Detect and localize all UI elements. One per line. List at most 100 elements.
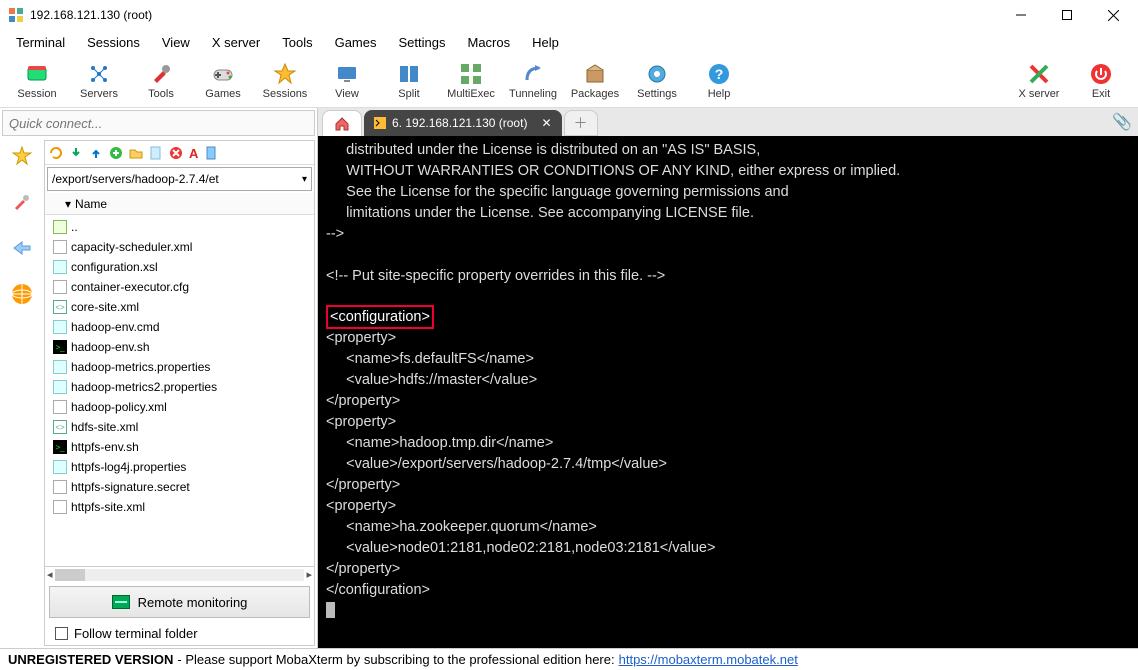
file-name: httpfs-signature.secret [71, 480, 190, 494]
checkbox-icon[interactable] [55, 627, 68, 640]
file-item[interactable]: capacity-scheduler.xml [45, 237, 314, 257]
menu-games[interactable]: Games [325, 33, 387, 52]
monitor-icon [112, 595, 130, 609]
file-icon [53, 480, 67, 494]
tb-games[interactable]: Games [192, 62, 254, 100]
file-item[interactable]: configuration.xsl [45, 257, 314, 277]
sidetab-tools[interactable] [8, 188, 36, 216]
file-item[interactable]: hadoop-env.cmd [45, 317, 314, 337]
tab-session-active[interactable]: 6. 192.168.121.130 (root) ✕ [364, 110, 562, 136]
file-list[interactable]: ..capacity-scheduler.xmlconfiguration.xs… [45, 215, 314, 566]
file-item[interactable]: httpfs-log4j.properties [45, 457, 314, 477]
status-prefix: UNREGISTERED VERSION [8, 652, 173, 667]
tb-view[interactable]: View [316, 62, 378, 100]
sidetab-sftp[interactable] [8, 280, 36, 308]
file-icon: >_ [53, 440, 67, 454]
status-bar: UNREGISTERED VERSION - Please support Mo… [0, 648, 1138, 670]
menu-terminal[interactable]: Terminal [6, 33, 75, 52]
file-name: hadoop-env.cmd [71, 320, 160, 334]
minimize-button[interactable] [998, 0, 1044, 30]
refresh-icon[interactable] [49, 146, 63, 160]
file-name: httpfs-site.xml [71, 500, 145, 514]
paperclip-icon[interactable]: 📎 [1112, 112, 1132, 132]
file-icon [53, 240, 67, 254]
file-name: hadoop-policy.xml [71, 400, 167, 414]
menu-tools[interactable]: Tools [272, 33, 322, 52]
h-scrollbar[interactable]: ◂▸ [45, 566, 314, 582]
file-icon: <> [53, 300, 67, 314]
tb-sessions[interactable]: Sessions [254, 62, 316, 100]
menu-macros[interactable]: Macros [457, 33, 520, 52]
tb-split[interactable]: Split [378, 62, 440, 100]
menu-settings[interactable]: Settings [389, 33, 456, 52]
tab-home[interactable] [322, 110, 362, 136]
tb-help[interactable]: ?Help [688, 62, 750, 100]
tab-close-icon[interactable]: ✕ [541, 116, 551, 130]
tb-tunneling[interactable]: Tunneling [502, 62, 564, 100]
mkdir-icon[interactable] [109, 146, 123, 160]
file-name: core-site.xml [71, 300, 139, 314]
home-icon [334, 116, 350, 132]
toggle-icon[interactable] [204, 146, 218, 160]
file-item[interactable]: .. [45, 217, 314, 237]
newfile-icon[interactable] [149, 146, 163, 160]
terminal-icon [374, 117, 386, 129]
remote-monitoring-button[interactable]: Remote monitoring [49, 586, 310, 618]
file-icon [53, 400, 67, 414]
file-item[interactable]: <> core-site.xml [45, 297, 314, 317]
tb-exit[interactable]: Exit [1070, 62, 1132, 100]
delete-icon[interactable] [169, 146, 183, 160]
chevron-down-icon[interactable]: ▾ [302, 174, 307, 185]
file-item[interactable]: httpfs-signature.secret [45, 477, 314, 497]
file-item[interactable]: hadoop-metrics2.properties [45, 377, 314, 397]
status-link[interactable]: https://mobaxterm.mobatek.net [619, 652, 798, 667]
menu-sessions[interactable]: Sessions [77, 33, 150, 52]
upload-icon[interactable] [89, 146, 103, 160]
follow-terminal-checkbox[interactable]: Follow terminal folder [45, 622, 314, 645]
menu-xserver[interactable]: X server [202, 33, 270, 52]
file-item[interactable]: >_ httpfs-env.sh [45, 437, 314, 457]
file-name: hdfs-site.xml [71, 420, 138, 434]
highlighted-tag: <configuration> [326, 305, 434, 329]
app-icon [8, 7, 24, 23]
sftp-panel: A /export/servers/hadoop-2.7.4/et ▾ ▾Nam… [44, 140, 315, 646]
menu-view[interactable]: View [152, 33, 200, 52]
download-icon[interactable] [69, 146, 83, 160]
sidetab-favorites[interactable] [8, 142, 36, 170]
file-name: container-executor.cfg [71, 280, 189, 294]
file-item[interactable]: >_ hadoop-env.sh [45, 337, 314, 357]
file-item[interactable]: container-executor.cfg [45, 277, 314, 297]
file-item[interactable]: hadoop-policy.xml [45, 397, 314, 417]
tb-settings[interactable]: Settings [626, 62, 688, 100]
left-panel: A /export/servers/hadoop-2.7.4/et ▾ ▾Nam… [0, 108, 318, 648]
file-name: hadoop-env.sh [71, 340, 150, 354]
terminal[interactable]: distributed under the License is distrib… [318, 136, 1138, 648]
tb-xserver[interactable]: X server [1008, 62, 1070, 100]
menubar: Terminal Sessions View X server Tools Ga… [0, 30, 1138, 54]
font-icon[interactable]: A [189, 146, 198, 160]
status-text: - Please support MobaXterm by subscribin… [177, 652, 614, 667]
file-name: httpfs-env.sh [71, 440, 139, 454]
tab-add[interactable]: ＋ [564, 110, 598, 136]
folder-icon[interactable] [129, 146, 143, 160]
file-item[interactable]: hadoop-metrics.properties [45, 357, 314, 377]
file-item[interactable]: httpfs-site.xml [45, 497, 314, 517]
file-list-header[interactable]: ▾Name [45, 193, 314, 215]
quick-connect-input[interactable] [2, 110, 315, 136]
tb-servers[interactable]: Servers [68, 62, 130, 100]
close-button[interactable] [1090, 0, 1136, 30]
sidetab-macros[interactable] [8, 234, 36, 262]
file-icon [53, 500, 67, 514]
svg-text:?: ? [715, 66, 724, 82]
cursor [326, 602, 335, 618]
menu-help[interactable]: Help [522, 33, 569, 52]
file-icon: <> [53, 420, 67, 434]
file-icon: >_ [53, 340, 67, 354]
tb-session[interactable]: Session [6, 62, 68, 100]
tb-multiexec[interactable]: MultiExec [440, 62, 502, 100]
sftp-path[interactable]: /export/servers/hadoop-2.7.4/et ▾ [47, 167, 312, 191]
tb-tools[interactable]: Tools [130, 62, 192, 100]
maximize-button[interactable] [1044, 0, 1090, 30]
tb-packages[interactable]: Packages [564, 62, 626, 100]
file-item[interactable]: <> hdfs-site.xml [45, 417, 314, 437]
